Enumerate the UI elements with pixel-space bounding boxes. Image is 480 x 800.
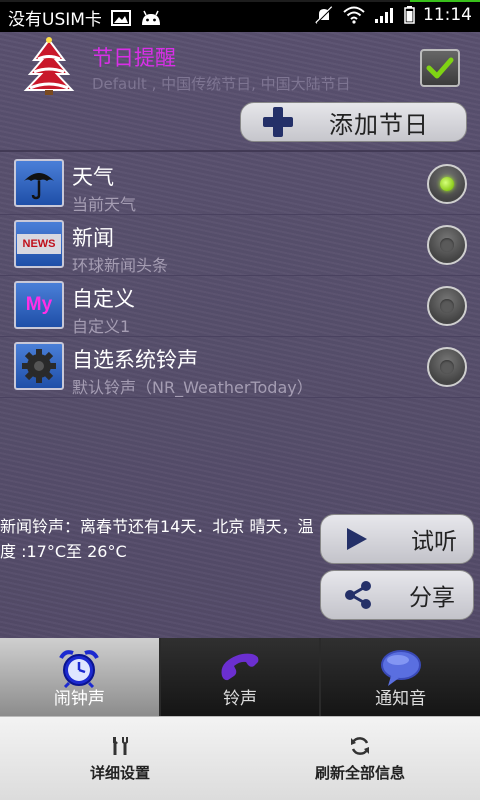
ringtone-preview-text: 新闻铃声：离春节还有14天．北京 晴天，温度 :17°C至 26°C (0, 517, 314, 561)
tab-notification-sound[interactable]: 通知音 (321, 638, 480, 716)
clock: 11:14 (423, 5, 472, 25)
radio-button[interactable] (427, 225, 467, 265)
christmas-tree-icon (20, 36, 78, 96)
option-subtitle: 环球新闻头条 (72, 256, 169, 275)
plus-icon (263, 107, 293, 137)
list-item-news[interactable]: NEWS 新闻 环球新闻头条 (0, 215, 480, 276)
sound-type-tabs: 闹钟声 铃声 通知音 (0, 638, 480, 716)
option-title: 自选系统铃声 (72, 348, 198, 372)
signal-icon (373, 5, 395, 25)
bottom-action-bar: 详细设置 刷新全部信息 (0, 716, 480, 800)
radio-button[interactable] (427, 286, 467, 326)
enable-reminder-checkbox[interactable] (420, 49, 460, 87)
status-progress-line (0, 0, 480, 2)
play-icon (347, 528, 367, 550)
option-title: 天气 (72, 165, 114, 189)
page-title: 节日提醒 (92, 46, 176, 70)
refresh-icon (347, 734, 373, 758)
option-title: 自定义 (72, 287, 135, 311)
app-content: 节日提醒 Default , 中国传统节日, 中国大陆节日 添加节日 天气 当前… (0, 32, 480, 638)
option-subtitle: 自定义1 (72, 317, 131, 336)
phone-icon (216, 647, 264, 689)
umbrella-icon (14, 159, 64, 207)
holiday-sets-summary: Default , 中国传统节日, 中国大陆节日 (92, 75, 351, 93)
checkmark-icon (426, 57, 454, 79)
listen-label: 试听 (411, 529, 457, 555)
share-label: 分享 (409, 585, 455, 611)
detailed-settings-label: 详细设置 (89, 764, 150, 782)
my-icon: My (14, 281, 64, 329)
tab-ringtone[interactable]: 铃声 (160, 638, 322, 716)
list-item-weather[interactable]: 天气 当前天气 (0, 154, 480, 215)
status-bar: 没有USIM卡 11:14 (0, 0, 480, 32)
android-icon (140, 8, 162, 28)
radio-button-selected[interactable] (427, 164, 467, 204)
carrier-label: 没有USIM卡 (8, 10, 102, 30)
header: 节日提醒 Default , 中国传统节日, 中国大陆节日 添加节日 (0, 32, 480, 152)
list-item-custom[interactable]: My 自定义 自定义1 (0, 276, 480, 337)
gear-icon (14, 342, 64, 390)
option-subtitle: 当前天气 (72, 195, 137, 214)
detailed-settings-button[interactable]: 详细设置 (0, 717, 240, 800)
option-subtitle: 默认铃声（NR_WeatherToday） (72, 378, 313, 397)
alarm-clock-icon (55, 647, 103, 689)
option-title: 新闻 (72, 226, 114, 250)
tab-alarm-sound[interactable]: 闹钟声 (0, 638, 161, 716)
share-icon (345, 581, 371, 609)
news-icon: NEWS (14, 220, 64, 268)
refresh-all-label: 刷新全部信息 (314, 764, 405, 782)
sound-option-list: 天气 当前天气 NEWS 新闻 环球新闻头条 My 自定义 自定义1 自选系统铃… (0, 154, 480, 398)
tools-icon (107, 734, 133, 758)
picture-icon (110, 8, 132, 28)
refresh-all-button[interactable]: 刷新全部信息 (240, 717, 480, 800)
add-holiday-button[interactable]: 添加节日 (240, 102, 467, 142)
mute-icon (313, 5, 335, 25)
add-holiday-label: 添加节日 (329, 110, 429, 139)
list-item-system-ringtone[interactable]: 自选系统铃声 默认铃声（NR_WeatherToday） (0, 337, 480, 398)
share-button[interactable]: 分享 (320, 570, 474, 620)
battery-icon (403, 5, 415, 25)
wifi-icon (343, 5, 365, 25)
radio-button[interactable] (427, 347, 467, 387)
listen-button[interactable]: 试听 (320, 514, 474, 564)
speech-bubble-icon (377, 647, 425, 689)
